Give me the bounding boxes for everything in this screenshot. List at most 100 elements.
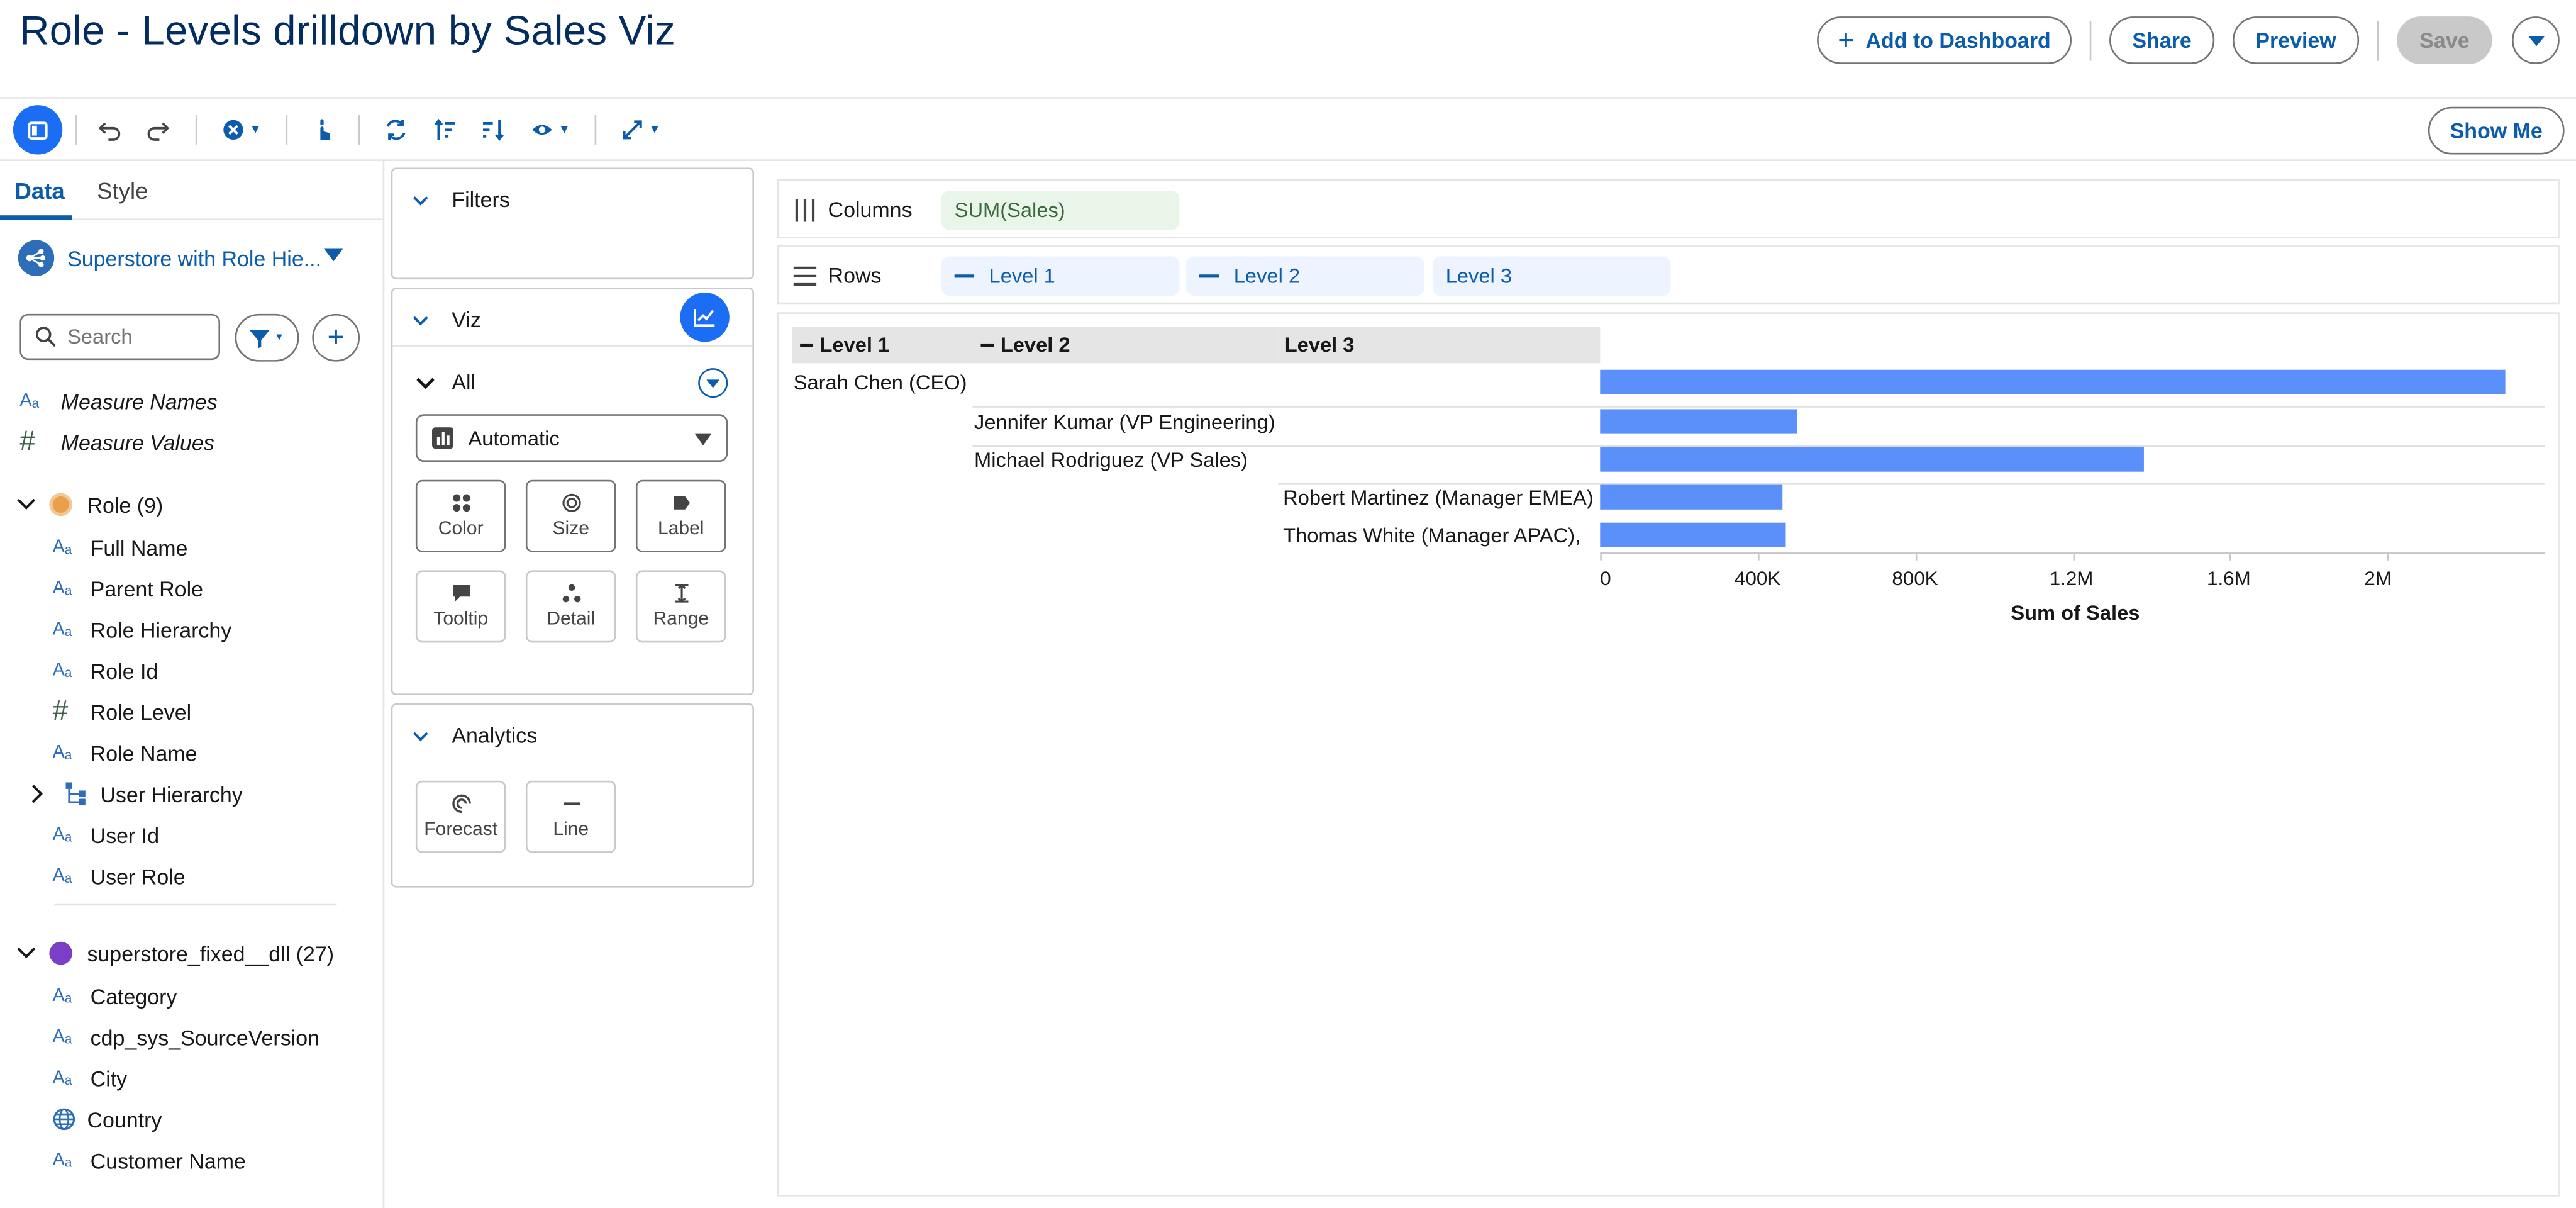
bar[interactable] [1600,484,1784,510]
visibility-button[interactable]: ▼ [529,115,572,145]
bar[interactable] [1600,522,1785,547]
header-level-1[interactable]: Level 1 [792,327,973,364]
field-item[interactable]: Aa City [53,1061,128,1094]
field-item[interactable]: Aa Full Name [53,531,188,564]
field-item[interactable]: # Role Level [53,695,192,728]
interact-button[interactable] [312,115,335,145]
field-measure-values[interactable]: # Measure Values [19,426,214,459]
filters-label: Filters [452,187,510,212]
group-superstore[interactable]: superstore_fixed__dll (27) [16,937,334,970]
columns-icon [795,199,815,222]
header-level-2[interactable]: Level 2 [972,327,1279,364]
pill-label: Level 3 [1445,264,1513,288]
divider [2089,21,2092,61]
save-button[interactable]: Save [2397,16,2492,64]
show-me-button[interactable]: Show Me [2428,106,2565,155]
redo-button[interactable] [146,115,170,145]
chevron-right-icon [31,785,43,803]
bar[interactable] [1600,447,2143,472]
group-role[interactable]: Role (9) [16,488,163,521]
marks-menu-button[interactable] [698,368,728,398]
bar[interactable] [1600,409,1797,434]
rows-pill-level-1[interactable]: Level 1 [941,256,1180,296]
field-item[interactable]: Aa Role Id [53,654,158,687]
field-item[interactable]: Aa User Role [53,859,186,892]
columns-pill-sum-sales[interactable]: SUM(Sales) [941,191,1180,230]
forecast-button[interactable]: Forecast [415,780,506,853]
field-measure-names[interactable]: Aa Measure Names [19,384,217,417]
field-label: Measure Values [60,430,214,455]
fit-button[interactable]: ▼ [619,115,662,145]
search-field[interactable] [19,313,221,361]
field-item[interactable]: Country [53,1103,162,1136]
pointer-icon [320,119,331,140]
preview-button[interactable]: Preview [2232,16,2360,64]
swap-axes-button[interactable] [384,115,408,145]
add-field-button[interactable]: + [312,313,360,362]
field-item[interactable]: User Hierarchy [31,778,243,810]
field-item[interactable]: Aa cdp_sys_SourceVersion [53,1021,319,1053]
field-item[interactable]: Aa Category [53,980,177,1012]
color-mark-button[interactable]: Color [415,479,506,552]
tag-icon [672,496,689,510]
toggle-panel-button[interactable] [13,105,63,155]
row-label-level3[interactable]: Thomas White (Manager APAC), [1283,524,1580,547]
analytics-header[interactable]: Analytics [413,723,537,748]
header-level-3[interactable]: Level 3 [1278,327,1601,364]
line-button[interactable]: Line [525,780,616,853]
field-label: User Hierarchy [100,781,243,807]
chart-type-button[interactable] [680,292,730,342]
rows-shelf[interactable]: Rows Level 1 Level 2 Level 3 [777,245,2560,305]
filter-fields-button[interactable]: ▼ [235,313,299,362]
more-actions-button[interactable] [2512,16,2560,64]
add-to-dashboard-button[interactable]: + Add to Dashboard [1817,16,2072,64]
row-label-level3[interactable]: Robert Martinez (Manager EMEA) [1283,486,1594,510]
detail-mark-button[interactable]: Detail [525,570,616,643]
sort-descending-button[interactable] [481,115,504,145]
mark-label: Size [552,519,589,539]
x-tick-label: 1.6M [2207,567,2251,590]
field-item[interactable]: Aa User Id [53,819,160,851]
tab-data[interactable]: Data [15,177,65,204]
rows-pill-level-3[interactable]: Level 3 [1432,256,1671,296]
forecast-icon [451,794,470,814]
field-item[interactable]: Aa Parent Role [53,572,203,605]
tooltip-mark-button[interactable]: Tooltip [415,570,506,643]
rows-pill-level-2[interactable]: Level 2 [1186,256,1424,296]
field-label: cdp_sys_SourceVersion [90,1024,320,1049]
field-item[interactable]: Aa Role Name [53,736,197,769]
clear-button[interactable]: ▼ [220,115,263,145]
mark-type-select[interactable]: Automatic [415,414,728,462]
chevron-down-icon[interactable] [323,248,343,262]
datasource-icon [18,240,55,276]
range-mark-button[interactable]: Range [635,570,726,643]
row-separator [1278,483,2545,485]
label-mark-button[interactable]: Label [635,479,726,552]
pill-label: SUM(Sales) [954,199,1065,222]
field-label: Full Name [90,535,188,560]
number-field-icon: # [52,695,69,727]
datasource-selector[interactable]: Superstore with Role Hie... [18,238,364,278]
line-chart-icon [694,309,715,327]
columns-shelf[interactable]: Columns SUM(Sales) [777,179,2560,238]
expand-icon [623,120,642,140]
clear-icon [223,120,243,140]
tab-style[interactable]: Style [97,177,148,204]
size-mark-button[interactable]: Size [525,479,616,552]
sort-ascending-button[interactable] [434,115,457,145]
search-input[interactable] [67,325,209,349]
text-field-icon: Aa [52,742,72,763]
field-item[interactable]: Aa Customer Name [53,1144,246,1177]
row-label-level1[interactable]: Sarah Chen (CEO) [794,371,967,394]
all-marks-header[interactable]: All [416,370,475,394]
row-label-level2[interactable]: Michael Rodriguez (VP Sales) [974,449,1248,472]
viz-header[interactable]: Viz [413,307,481,332]
header-label: Level 2 [1000,333,1070,357]
bar[interactable] [1600,369,2506,394]
undo-button[interactable] [98,115,122,145]
row-label-level2[interactable]: Jennifer Kumar (VP Engineering) [974,411,1275,434]
field-item[interactable]: Aa Role Hierarchy [53,613,232,646]
filters-header[interactable]: Filters [413,187,510,212]
globe-icon [53,1108,75,1131]
share-button[interactable]: Share [2109,16,2215,64]
